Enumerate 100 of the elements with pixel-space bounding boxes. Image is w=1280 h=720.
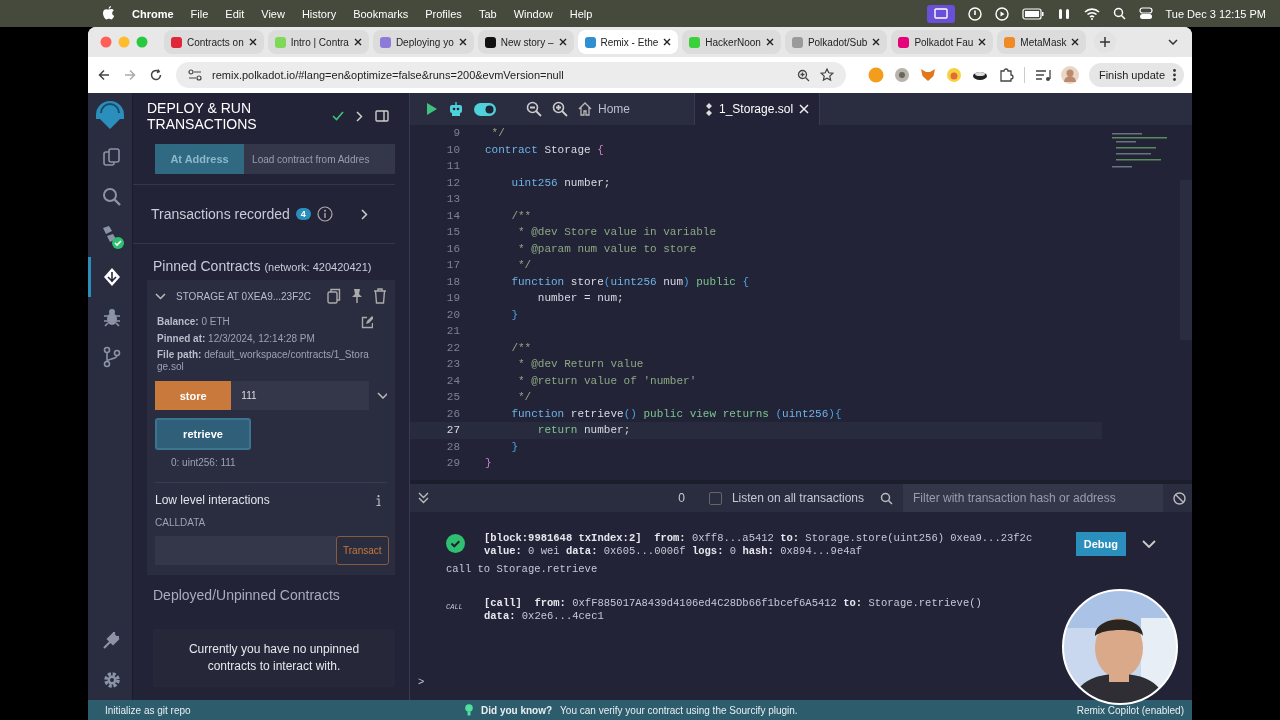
browser-tab[interactable]: Polkadot/Sub bbox=[784, 30, 888, 54]
chevron-right-icon[interactable] bbox=[360, 208, 368, 220]
info-icon[interactable] bbox=[316, 206, 333, 222]
section-title[interactable]: Transactions recorded bbox=[151, 206, 290, 222]
line-number: 21 bbox=[445, 325, 461, 338]
line-number: 29 bbox=[445, 457, 461, 470]
menu-item[interactable]: Tab bbox=[478, 7, 497, 20]
menu-item[interactable]: File bbox=[190, 7, 209, 20]
line-number: 23 bbox=[445, 358, 461, 371]
function-button[interactable]: retrieve bbox=[155, 418, 251, 450]
zoom-out-icon[interactable] bbox=[526, 101, 542, 117]
panel-icon[interactable] bbox=[375, 110, 389, 122]
close-icon[interactable] bbox=[248, 38, 257, 46]
close-icon[interactable] bbox=[663, 38, 672, 46]
transact-button[interactable]: Transact bbox=[336, 536, 389, 565]
checkbox[interactable] bbox=[708, 491, 722, 505]
solidity-icon bbox=[705, 102, 713, 116]
site-settings-icon[interactable] bbox=[188, 69, 202, 81]
caret-icon[interactable] bbox=[155, 292, 166, 300]
terminal-prompt[interactable]: > bbox=[418, 676, 1192, 688]
menu-item[interactable]: Help bbox=[569, 7, 593, 20]
trash-icon[interactable] bbox=[373, 288, 387, 304]
play-icon[interactable] bbox=[426, 102, 438, 116]
close-icon[interactable] bbox=[872, 38, 881, 46]
browser-tab[interactable]: Polkadot Fau bbox=[891, 30, 994, 54]
address-field[interactable]: Load contract from Addres bbox=[244, 144, 395, 174]
pin-icon[interactable] bbox=[350, 288, 364, 304]
menu-item[interactable]: Profiles bbox=[425, 7, 462, 20]
branch-icon bbox=[101, 346, 122, 368]
close-icon[interactable] bbox=[458, 38, 467, 46]
browser-tab[interactable]: Intro | Contra bbox=[267, 30, 369, 54]
clock-text[interactable]: Tue Dec 3 12:15 PM bbox=[1165, 7, 1266, 20]
menu-item[interactable]: Chrome bbox=[132, 7, 174, 20]
avatar-icon[interactable] bbox=[1060, 66, 1079, 84]
search-icon[interactable] bbox=[1112, 7, 1126, 20]
zoom-icon[interactable] bbox=[797, 68, 810, 82]
puzzle-icon[interactable] bbox=[997, 67, 1014, 83]
home-tab[interactable]: Home bbox=[578, 93, 642, 125]
back-icon[interactable] bbox=[98, 69, 110, 81]
code-line: } bbox=[510, 308, 518, 321]
clear-icon[interactable] bbox=[1173, 491, 1186, 505]
browser-tab[interactable]: MetaMask bbox=[997, 30, 1087, 54]
chevron-down-icon[interactable] bbox=[1168, 39, 1178, 45]
calldata-field[interactable] bbox=[155, 536, 336, 565]
scrollbar[interactable] bbox=[1180, 180, 1192, 340]
browser-tab[interactable]: Deploying yo bbox=[372, 30, 474, 54]
more-icon[interactable] bbox=[1173, 69, 1176, 81]
copilot-status[interactable]: Remix Copilot (enabled) bbox=[1076, 704, 1184, 716]
address-bar[interactable]: remix.polkadot.io/#lang=en&optimize=false&runs=200&evmVersion=null bbox=[176, 62, 846, 88]
contract-name[interactable]: STORAGE AT 0XEA9...23F2C bbox=[176, 290, 318, 302]
debug-button[interactable]: Debug bbox=[1075, 532, 1126, 556]
line-number: 19 bbox=[445, 292, 461, 305]
close-icon[interactable] bbox=[558, 38, 567, 46]
detail-text: File path: default_workspace/contracts/1_Storage.sol bbox=[157, 349, 370, 373]
file-tab[interactable]: 1_Storage.sol bbox=[694, 93, 821, 125]
checkbox-label[interactable]: Listen on all transactions bbox=[731, 491, 864, 505]
menu-item[interactable]: Window bbox=[513, 7, 553, 20]
pending-count: 0 bbox=[678, 491, 685, 505]
close-icon[interactable] bbox=[353, 38, 362, 46]
git-status[interactable]: Initialize as git repo bbox=[105, 704, 465, 716]
wifi-icon[interactable] bbox=[1083, 7, 1100, 20]
screen-share-icon[interactable] bbox=[926, 4, 955, 23]
battery-icon[interactable] bbox=[1021, 7, 1044, 20]
browser-tab[interactable]: Contracts on bbox=[164, 30, 264, 54]
chevron-down-icon[interactable] bbox=[377, 392, 387, 399]
star-icon[interactable] bbox=[820, 68, 834, 82]
line-number: 26 bbox=[445, 407, 461, 420]
fox-icon[interactable] bbox=[919, 67, 936, 83]
zoom-in-icon[interactable] bbox=[552, 101, 568, 117]
browser-tab[interactable]: Remix - Ethe bbox=[577, 30, 679, 54]
apple-icon[interactable] bbox=[102, 6, 115, 21]
menu-item[interactable]: Bookmarks bbox=[353, 7, 409, 20]
line-number: 25 bbox=[445, 391, 461, 404]
finish-update-button[interactable]: Finish update bbox=[1088, 63, 1184, 87]
power-icon[interactable] bbox=[967, 6, 982, 21]
reload-icon[interactable] bbox=[150, 69, 162, 81]
filter-field[interactable]: Filter with transaction hash or address bbox=[903, 484, 1163, 512]
info-icon[interactable] bbox=[376, 494, 381, 506]
log-line: [call] from: 0xfF885017A8439d4106ed4C28Db66f1bcef6A5412 to: Storage.retrieve() bbox=[484, 597, 983, 610]
menu-item[interactable]: Edit bbox=[225, 7, 245, 20]
search-icon[interactable] bbox=[880, 491, 893, 505]
close-icon[interactable] bbox=[978, 38, 987, 46]
argument-field[interactable]: 111 bbox=[231, 381, 370, 410]
menu-item[interactable]: History bbox=[301, 7, 337, 20]
close-icon[interactable] bbox=[765, 38, 774, 46]
play-icon[interactable] bbox=[994, 6, 1009, 21]
close-icon[interactable] bbox=[1071, 38, 1080, 46]
menu-item[interactable]: View bbox=[261, 7, 285, 20]
robot-icon[interactable] bbox=[448, 101, 464, 117]
edit-icon[interactable] bbox=[361, 316, 373, 329]
collapse-icon[interactable] bbox=[418, 492, 429, 504]
browser-tab[interactable]: New story – bbox=[477, 30, 574, 54]
browser-tab[interactable]: HackerNoon bbox=[682, 30, 781, 54]
chevron-right-icon[interactable] bbox=[356, 110, 363, 122]
media-icon[interactable] bbox=[1034, 68, 1051, 82]
lightbulb-icon bbox=[465, 704, 473, 716]
line-number: 17 bbox=[445, 259, 461, 272]
toggle-switch[interactable] bbox=[474, 102, 496, 116]
copy-icon[interactable] bbox=[327, 288, 341, 304]
control-center-icon[interactable] bbox=[1138, 7, 1153, 20]
